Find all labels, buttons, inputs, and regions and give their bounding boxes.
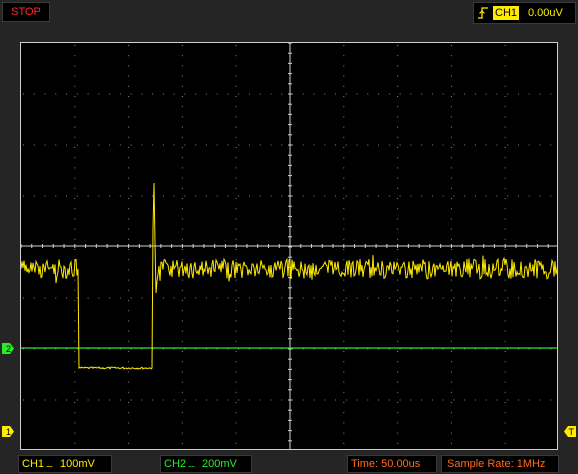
trigger-status[interactable]: CH1 0.00uV — [473, 2, 576, 24]
run-stop-status[interactable]: STOP — [2, 2, 50, 22]
ch2-scale[interactable]: CH2.... 200mV — [160, 455, 252, 473]
ch1-volts-per-div: 100mV — [60, 458, 95, 470]
ch2-volts-per-div: 200mV — [202, 458, 237, 470]
ch1-scale[interactable]: CH1.... 100mV — [18, 455, 112, 473]
trigger-channel: CH1 — [493, 6, 520, 20]
run-stop-label: STOP — [11, 6, 41, 18]
ch1-marker[interactable]: 1 — [2, 426, 14, 437]
waveform-display[interactable] — [20, 42, 558, 450]
dc-coupling-icon: .... — [46, 459, 53, 469]
sample-rate-text: Sample Rate: 1MHz — [447, 458, 546, 470]
waveform-canvas — [21, 43, 557, 449]
ch2-marker[interactable]: 2 — [2, 343, 14, 354]
oscilloscope-window: STOP CH1 0.00uV 2 1 T CH1.... 100mV CH2..… — [0, 0, 578, 474]
graticule — [21, 43, 557, 449]
timebase-text: Time: 50.00us — [351, 458, 421, 470]
ch1-label: CH1 — [22, 458, 45, 470]
timebase-readout[interactable]: Time: 50.00us — [347, 455, 437, 473]
trigger-level-marker[interactable]: T — [564, 426, 576, 437]
trigger-level: 0.00uV — [528, 7, 563, 19]
sample-rate-readout[interactable]: Sample Rate: 1MHz — [441, 455, 559, 473]
svg-text:1: 1 — [6, 427, 11, 437]
rising-edge-trigger-icon — [478, 7, 488, 19]
svg-text:T: T — [569, 427, 575, 437]
dc-coupling-icon: .... — [188, 459, 195, 469]
ch2-label: CH2 — [164, 458, 187, 470]
svg-text:2: 2 — [6, 344, 11, 354]
